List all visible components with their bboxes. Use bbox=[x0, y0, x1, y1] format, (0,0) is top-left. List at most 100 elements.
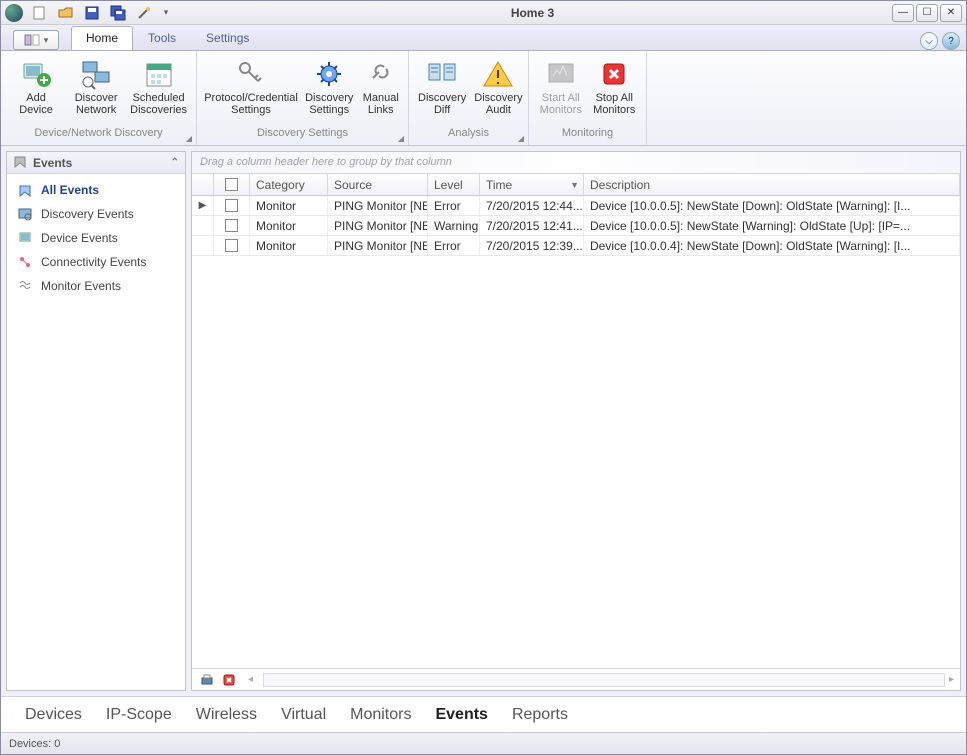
keys-icon bbox=[235, 58, 267, 90]
col-indicator[interactable] bbox=[192, 174, 214, 195]
group-expand-icon[interactable]: ◢ bbox=[518, 134, 524, 143]
warning-icon bbox=[482, 58, 514, 90]
qat-wizard-icon[interactable] bbox=[133, 3, 155, 23]
cell-source: PING Monitor [NE... bbox=[328, 236, 428, 255]
tab-settings[interactable]: Settings bbox=[191, 26, 264, 50]
row-indicator bbox=[192, 236, 214, 255]
select-all-checkbox[interactable] bbox=[225, 178, 238, 191]
side-header: Events bbox=[33, 156, 72, 170]
events-grid-body[interactable]: ▶MonitorPING Monitor [NE...Error7/20/201… bbox=[192, 196, 960, 668]
panel-collapse-icon[interactable]: ⌃ bbox=[171, 157, 179, 168]
col-checkbox-header[interactable] bbox=[214, 174, 250, 195]
col-category[interactable]: Category bbox=[250, 174, 328, 195]
sidebar-item-label: Device Events bbox=[41, 231, 118, 245]
qat-saveall-icon[interactable] bbox=[107, 3, 129, 23]
cell-description: Device [10.0.0.5]: NewState [Down]: OldS… bbox=[584, 196, 960, 215]
cell-time: 7/20/2015 12:39... bbox=[480, 236, 584, 255]
row-checkbox[interactable] bbox=[225, 239, 238, 252]
row-indicator: ▶ bbox=[192, 196, 214, 215]
cell-level: Error bbox=[428, 236, 480, 255]
cell-description: Device [10.0.0.5]: NewState [Warning]: O… bbox=[584, 216, 960, 235]
cell-description: Device [10.0.0.4]: NewState [Down]: OldS… bbox=[584, 236, 960, 255]
connectivity-events-icon bbox=[17, 254, 33, 270]
tab-home[interactable]: Home bbox=[71, 26, 133, 50]
cell-category: Monitor bbox=[250, 236, 328, 255]
ribbon-discovery-settings[interactable]: Discovery Settings bbox=[301, 55, 357, 119]
ribbon-collapse-icon[interactable]: ⌵ bbox=[920, 32, 938, 50]
ribbon-add-device[interactable]: Add Device bbox=[7, 55, 65, 119]
app-icon bbox=[5, 4, 23, 22]
all-events-icon bbox=[17, 182, 33, 198]
cell-level: Error bbox=[428, 196, 480, 215]
table-row[interactable]: MonitorPING Monitor [NE...Warning7/20/20… bbox=[192, 216, 960, 236]
ribbon-scheduled-discoveries[interactable]: Scheduled Discoveries bbox=[127, 55, 190, 119]
bottom-tab-wireless[interactable]: Wireless bbox=[196, 706, 257, 724]
qat-new-icon[interactable] bbox=[29, 3, 51, 23]
col-description[interactable]: Description bbox=[584, 174, 960, 195]
ribbon-protocol-settings[interactable]: Protocol/Credential Settings bbox=[203, 55, 299, 119]
monitor-start-icon bbox=[545, 58, 577, 90]
group-expand-icon[interactable]: ◢ bbox=[398, 134, 404, 143]
delete-button[interactable] bbox=[220, 671, 238, 689]
qat-open-icon[interactable] bbox=[55, 3, 77, 23]
discovery-events-icon bbox=[17, 206, 33, 222]
sidebar-item-connectivity-events[interactable]: Connectivity Events bbox=[7, 250, 185, 274]
bottom-tab-ip-scope[interactable]: IP-Scope bbox=[106, 706, 172, 724]
bottom-tab-events[interactable]: Events bbox=[435, 706, 487, 724]
row-indicator bbox=[192, 216, 214, 235]
minimize-button[interactable]: — bbox=[892, 4, 914, 22]
bottom-tab-virtual[interactable]: Virtual bbox=[281, 706, 326, 724]
ribbon-group-label: Discovery Settings bbox=[257, 127, 348, 139]
sort-desc-icon: ▼ bbox=[570, 180, 579, 190]
cell-source: PING Monitor [NE... bbox=[328, 216, 428, 235]
print-button[interactable] bbox=[198, 671, 216, 689]
ribbon-group-label: Analysis bbox=[448, 127, 489, 139]
help-icon[interactable]: ? bbox=[942, 32, 960, 50]
discover-network-icon bbox=[80, 58, 112, 90]
table-row[interactable]: ▶MonitorPING Monitor [NE...Error7/20/201… bbox=[192, 196, 960, 216]
ribbon-manual-links[interactable]: Manual Links bbox=[359, 55, 402, 119]
col-level[interactable]: Level bbox=[428, 174, 480, 195]
row-checkbox-cell[interactable] bbox=[214, 196, 250, 215]
group-expand-icon[interactable]: ◢ bbox=[186, 134, 192, 143]
view-mode-button[interactable] bbox=[13, 30, 59, 50]
col-time[interactable]: Time▼ bbox=[480, 174, 584, 195]
ribbon-group-label: Monitoring bbox=[562, 127, 613, 139]
cell-time: 7/20/2015 12:41... bbox=[480, 216, 584, 235]
table-row[interactable]: MonitorPING Monitor [NE...Error7/20/2015… bbox=[192, 236, 960, 256]
row-checkbox-cell[interactable] bbox=[214, 236, 250, 255]
gear-icon bbox=[313, 58, 345, 90]
calendar-icon bbox=[143, 58, 175, 90]
qat-save-icon[interactable] bbox=[81, 3, 103, 23]
bottom-tab-reports[interactable]: Reports bbox=[512, 706, 568, 724]
horizontal-scrollbar[interactable] bbox=[263, 673, 945, 687]
bottom-tab-monitors[interactable]: Monitors bbox=[350, 706, 411, 724]
close-button[interactable]: ✕ bbox=[940, 4, 962, 22]
status-devices: Devices: 0 bbox=[9, 738, 60, 750]
row-checkbox[interactable] bbox=[225, 219, 238, 232]
ribbon-discover-network[interactable]: Discover Network bbox=[67, 55, 125, 119]
tab-tools[interactable]: Tools bbox=[133, 26, 191, 50]
sidebar-item-discovery-events[interactable]: Discovery Events bbox=[7, 202, 185, 226]
qat-dropdown-icon[interactable]: ▾ bbox=[159, 3, 173, 23]
group-by-hint[interactable]: Drag a column header here to group by th… bbox=[192, 152, 960, 174]
ribbon-stop-monitors[interactable]: Stop All Monitors bbox=[589, 55, 641, 119]
ribbon-group-label: Device/Network Discovery bbox=[34, 127, 162, 139]
row-checkbox[interactable] bbox=[225, 199, 238, 212]
sidebar-item-monitor-events[interactable]: Monitor Events bbox=[7, 274, 185, 298]
scroll-right-icon[interactable]: ▸ bbox=[949, 674, 954, 685]
cell-category: Monitor bbox=[250, 196, 328, 215]
maximize-button[interactable]: ☐ bbox=[916, 4, 938, 22]
sidebar-item-label: Connectivity Events bbox=[41, 255, 146, 269]
sidebar-item-device-events[interactable]: Device Events bbox=[7, 226, 185, 250]
device-events-icon bbox=[17, 230, 33, 246]
scroll-left-icon[interactable]: ◂ bbox=[248, 674, 253, 685]
sidebar-item-label: Discovery Events bbox=[41, 207, 134, 221]
ribbon-discovery-audit[interactable]: Discovery Audit bbox=[471, 55, 525, 119]
sidebar-item-all-events[interactable]: All Events bbox=[7, 178, 185, 202]
col-source[interactable]: Source bbox=[328, 174, 428, 195]
row-checkbox-cell[interactable] bbox=[214, 216, 250, 235]
cell-level: Warning bbox=[428, 216, 480, 235]
bottom-tab-devices[interactable]: Devices bbox=[25, 706, 82, 724]
ribbon-discovery-diff[interactable]: Discovery Diff bbox=[415, 55, 469, 119]
